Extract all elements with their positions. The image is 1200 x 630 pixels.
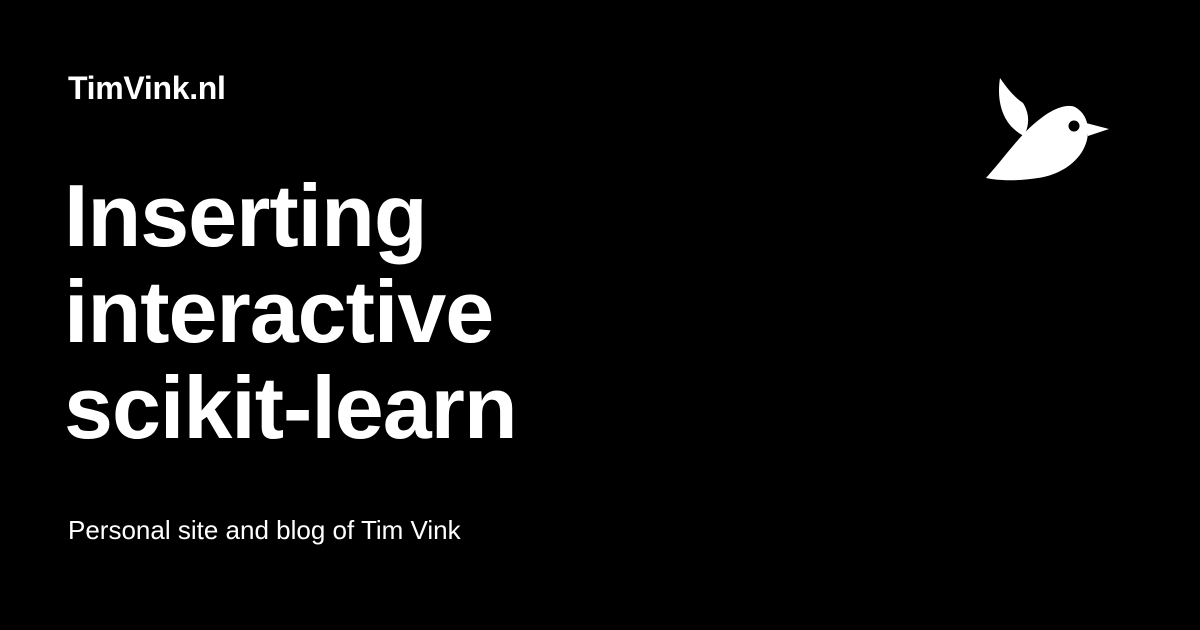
- site-subtitle: Personal site and blog of Tim Vink: [68, 515, 461, 545]
- bird-icon: [986, 78, 1109, 181]
- site-name: TimVink.nl: [68, 70, 226, 106]
- post-title-line-3: scikit-learn: [64, 358, 518, 457]
- post-title: Inserting interactive scikit-learn: [64, 168, 884, 456]
- post-title-line-2: interactive: [64, 262, 494, 361]
- post-title-line-1: Inserting: [64, 166, 428, 265]
